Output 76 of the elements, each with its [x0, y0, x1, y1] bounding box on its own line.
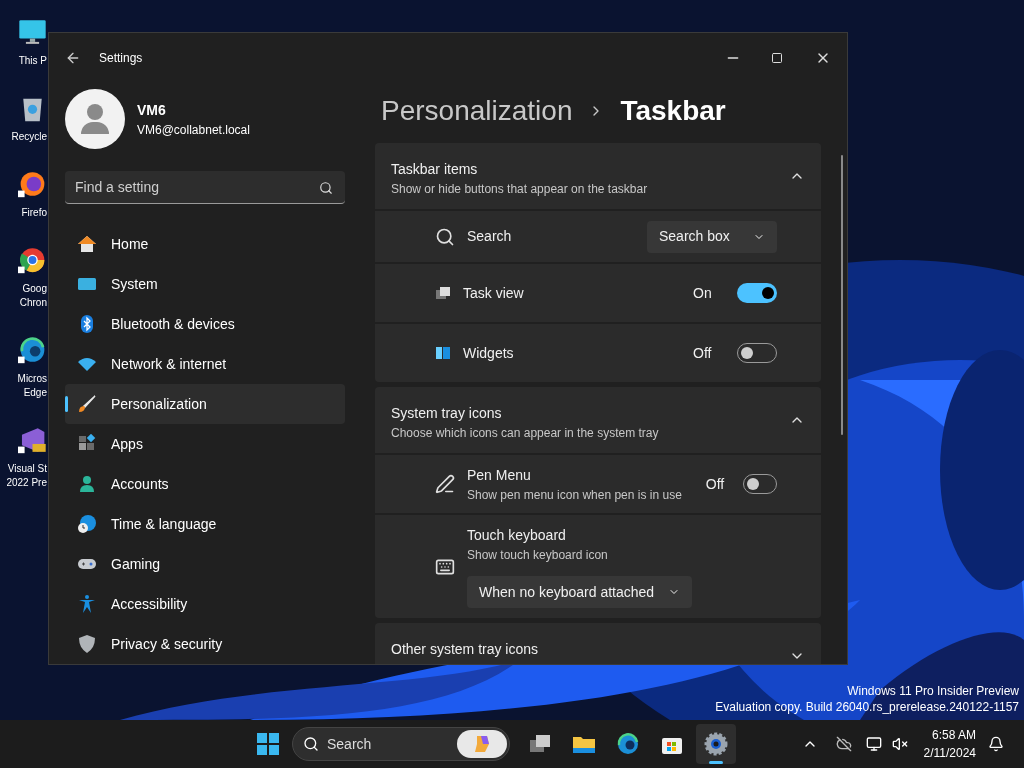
nav-item[interactable]: Gaming [65, 544, 345, 584]
setting-label: Touch keyboard [467, 526, 567, 545]
search-icon [319, 181, 333, 195]
search-icon [303, 736, 319, 752]
globe-clock-icon [77, 514, 97, 534]
start-icon[interactable] [256, 732, 280, 756]
section-description: Show or hide buttons that appear on the taskbar [391, 181, 649, 198]
dropdown[interactable]: When no keyboard attached [467, 576, 692, 608]
setting-description: Show pen menu icon when pen is in use [467, 486, 682, 504]
nav-item[interactable]: Bluetooth & devices [65, 304, 345, 344]
window-title: Settings [99, 50, 144, 67]
nav-item[interactable]: Accessibility [65, 584, 345, 624]
nav-item[interactable]: System [65, 264, 345, 304]
breadcrumb-parent[interactable]: Personalization [381, 90, 573, 132]
scrollbar[interactable] [841, 155, 843, 435]
widgets-icon [435, 345, 451, 361]
desktop-icon-label[interactable]: Micros [17, 372, 47, 386]
nav-item[interactable]: Accounts [65, 464, 345, 504]
task-view-icon [435, 285, 451, 301]
shield-icon [77, 634, 97, 654]
desktop-icon-label[interactable]: Edge [23, 386, 47, 400]
setting-label: Task view [463, 283, 524, 303]
home-icon [77, 234, 97, 254]
network-icon[interactable] [865, 736, 882, 752]
toggle-switch[interactable] [737, 283, 777, 303]
watermark-text: Evaluation copy. Build 26040.rs_prerelease.240122-1157 [715, 699, 1019, 715]
desktop-icon-label[interactable]: Goog [22, 282, 47, 296]
nav-item[interactable]: Apps [65, 424, 345, 464]
section-header[interactable]: System tray icons Choose which icons can appear in the system tray [375, 387, 821, 453]
section-header[interactable]: Other system tray icons [375, 623, 821, 664]
maximize-icon[interactable] [771, 52, 783, 64]
desktop-icon-label[interactable]: This P [18, 54, 47, 68]
setting-label: Pen Menu [467, 465, 532, 485]
search-icon [435, 226, 455, 247]
user-email: VM6@collabnet.local [137, 121, 250, 139]
section-header[interactable]: Taskbar items Show or hide buttons that appear on the taskbar [375, 143, 821, 209]
cloud-off-icon[interactable] [835, 736, 852, 752]
taskbar-search[interactable]: Search [292, 727, 510, 761]
section-title: Taskbar items [391, 160, 479, 179]
pen-icon [435, 474, 455, 494]
nav-item[interactable]: Time & language [65, 504, 345, 544]
clock-date[interactable]: 2/11/2024 [923, 744, 976, 762]
watermark-text: Windows 11 Pro Insider Preview [847, 683, 1019, 699]
person-icon [77, 474, 97, 494]
nav-item[interactable]: Personalization [65, 384, 345, 424]
desktop-icon-label[interactable]: Firefo [21, 206, 47, 220]
page-title: Taskbar [620, 94, 726, 128]
desktop-icon-label[interactable]: 2022 Pre [6, 476, 47, 490]
toggle-state: Off [693, 343, 713, 363]
notification-icon[interactable] [988, 736, 1004, 752]
search-field[interactable]: Find a setting [65, 171, 345, 204]
section-title: Other system tray icons [391, 640, 540, 659]
setting-label: Widgets [463, 343, 514, 363]
taskbar-app[interactable] [696, 724, 736, 764]
nav-item[interactable]: Network & internet [65, 344, 345, 384]
browser-icon [616, 732, 640, 756]
volume-mute-icon[interactable] [891, 736, 908, 752]
desktop-icon-label[interactable]: Chron [19, 296, 47, 310]
section-title: System tray icons [391, 404, 503, 423]
nav-item[interactable]: Home [65, 224, 345, 264]
copilot-icon [457, 730, 507, 758]
dropdown[interactable]: Search box [647, 220, 777, 253]
avatar [65, 89, 125, 149]
desktop-icon-label[interactable]: Recycle [11, 130, 47, 144]
setting-description: Show touch keyboard icon [467, 547, 609, 564]
brush-icon [77, 394, 97, 414]
desktop-icon-label[interactable]: Visual St [7, 462, 47, 476]
settings-icon [704, 732, 728, 756]
toggle-state: Off [705, 474, 726, 494]
nav-item[interactable]: Privacy & security [65, 624, 345, 664]
clock-time[interactable]: 6:58 AM [931, 726, 976, 744]
section-description: Choose which icons can appear in the system tray [391, 425, 660, 442]
user-name: VM6 [137, 100, 167, 120]
setting-label: Search [467, 227, 512, 246]
toggle-state: On [693, 283, 713, 303]
back-icon[interactable] [65, 50, 81, 66]
